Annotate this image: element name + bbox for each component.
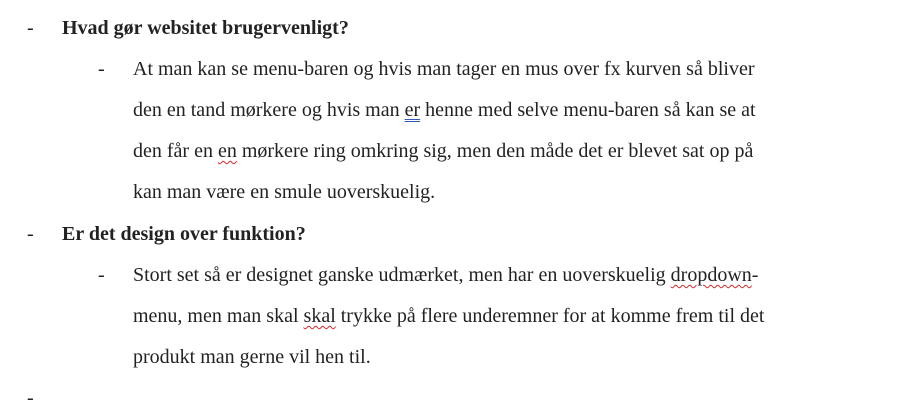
text-segment: mørkere ring omkring sig, men den måde d… — [236, 140, 754, 162]
bullet-dash-empty[interactable]: - — [27, 378, 34, 419]
bullet-dash: - — [98, 58, 105, 80]
text-segment: den får en — [133, 140, 218, 162]
bullet-dash: - — [98, 264, 105, 286]
spelling-flagged-word[interactable]: skal — [304, 305, 336, 327]
text-segment: trykke på flere underemner for at komme … — [335, 305, 765, 327]
answer-line: produkt man gerne vil hen til. — [133, 346, 371, 368]
answer-line: Stort set så er designet ganske udmærket… — [133, 255, 758, 296]
text-segment: Stort set så er designet ganske udmærket… — [133, 264, 671, 286]
spelling-flagged-word[interactable]: en — [218, 140, 237, 162]
bullet-dash: - — [27, 17, 34, 39]
question-heading: Er det design over funktion? — [62, 223, 306, 245]
answer-line: kan man være en smule uoverskuelig. — [133, 181, 436, 203]
spelling-flagged-word[interactable]: dropdown — [671, 264, 752, 286]
bullet-dash: - — [27, 223, 34, 245]
text-segment: menu, men man skal — [133, 305, 304, 327]
answer-line: den får en en mørkere ring omkring sig, … — [133, 131, 753, 172]
answer-line: den en tand mørkere og hvis man er henne… — [133, 90, 756, 131]
question-heading: Hvad gør websitet brugervenligt? — [62, 17, 349, 39]
text-segment: den en tand mørkere og hvis man — [133, 99, 405, 121]
document-page: - Hvad gør websitet brugervenligt? - At … — [0, 0, 918, 409]
answer-line: At man kan se menu-baren og hvis man tag… — [133, 58, 755, 80]
grammar-flagged-word[interactable]: er — [405, 99, 421, 121]
text-segment: - — [751, 264, 759, 286]
text-segment: henne med selve menu-baren så kan se at — [420, 99, 756, 121]
answer-line: menu, men man skal skal trykke på flere … — [133, 296, 764, 337]
